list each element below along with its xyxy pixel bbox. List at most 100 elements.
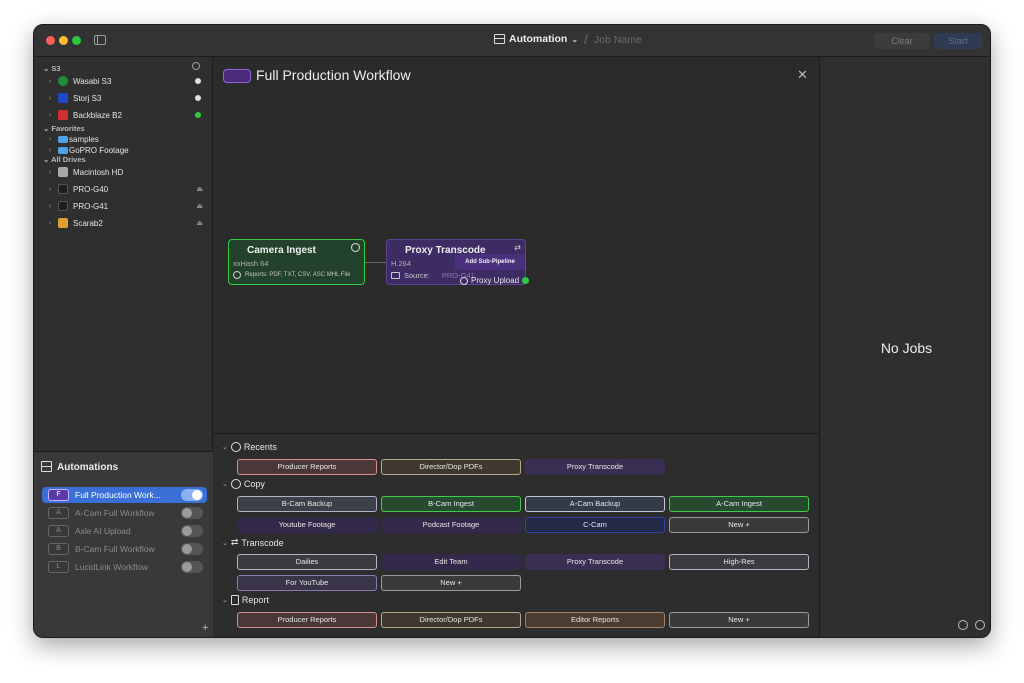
drive-icon <box>58 218 68 228</box>
mode-selector[interactable]: Automation ⌄ <box>494 33 578 45</box>
chip-proxy-transcode[interactable]: Proxy Transcode <box>525 459 665 475</box>
jobs-panel: No Jobs <box>819 57 990 637</box>
chip-youtube-footage[interactable]: Youtube Footage <box>237 517 377 533</box>
automation-toggle[interactable] <box>181 489 203 501</box>
section-transcode[interactable]: ⌄ ⇄ Transcode <box>222 537 284 548</box>
section-s3[interactable]: ⌄ S3 <box>43 64 61 73</box>
section-copy-label: Copy <box>243 479 265 489</box>
sidebar-item-label: Macintosh HD <box>73 167 124 177</box>
section-report[interactable]: ⌄ Report <box>222 595 269 605</box>
status-dot <box>195 78 201 84</box>
section-copy[interactable]: ⌄ Copy <box>222 479 265 489</box>
chip-editor-reports[interactable]: Editor Reports <box>525 612 665 628</box>
sidebar-item-storj[interactable]: › Storj S3 <box>34 90 213 106</box>
chip-new-transcode[interactable]: New + <box>381 575 521 591</box>
automation-label: LucidLink Workflow <box>75 562 149 572</box>
node-camera-ingest[interactable]: Camera Ingest xxHash 64 Reports: PDF, TX… <box>228 239 365 285</box>
chevron-down-icon: ⌄ <box>222 539 228 547</box>
automation-toggle[interactable] <box>181 507 203 519</box>
gear-icon[interactable] <box>192 62 200 70</box>
automation-item-lucidlink[interactable]: L LucidLink Workflow <box>42 559 207 575</box>
chip-producer-reports[interactable]: Producer Reports <box>237 459 377 475</box>
sidebar-item-wasabi[interactable]: › Wasabi S3 <box>34 73 213 89</box>
section-recents[interactable]: ⌄ Recents <box>222 442 277 452</box>
node-source-label: Source: <box>404 271 430 280</box>
chip-director-pdfs-2[interactable]: Director/Dop PDFs <box>381 612 521 628</box>
sidebar-toggle-icon[interactable] <box>94 35 106 45</box>
sync-icon <box>460 276 468 285</box>
automation-item-a-cam[interactable]: A A-Cam Full Workflow <box>42 505 207 521</box>
sidebar-item-label: Storj S3 <box>73 93 102 103</box>
workflow-color-badge[interactable] <box>223 69 251 83</box>
folder-icon <box>58 147 68 154</box>
close-window-button[interactable] <box>46 36 55 45</box>
document-icon <box>230 595 239 605</box>
sidebar-item-label: Backblaze B2 <box>73 110 122 120</box>
chip-dailies[interactable]: Dailies <box>237 554 377 570</box>
chevron-down-icon: ⌄ <box>222 481 228 488</box>
node-connector <box>365 262 386 263</box>
add-sub-pipeline-tooltip[interactable]: Add Sub-Pipeline <box>455 254 525 270</box>
proxy-upload-label: Proxy Upload <box>471 276 520 285</box>
chip-proxy-transcode-2[interactable]: Proxy Transcode <box>525 554 665 570</box>
section-all-drives[interactable]: ⌄ All Drives <box>43 155 86 164</box>
backblaze-icon <box>58 110 68 120</box>
automation-toggle[interactable] <box>181 561 203 573</box>
list-icon[interactable] <box>975 620 985 630</box>
chip-b-cam-backup[interactable]: B-Cam Backup <box>237 496 377 512</box>
clear-button[interactable]: Clear <box>874 33 930 49</box>
chevron-right-icon: › <box>49 185 52 193</box>
automation-toggle[interactable] <box>181 543 203 555</box>
chip-high-res[interactable]: High-Res <box>669 554 809 570</box>
chevron-right-icon: › <box>49 219 52 227</box>
node-reports: Reports: PDF, TXT, CSV, ASC MHL File <box>233 271 350 279</box>
separator: / <box>584 31 588 47</box>
chevron-right-icon: › <box>49 111 52 119</box>
automation-badge: A <box>48 507 69 519</box>
zoom-window-button[interactable] <box>72 36 81 45</box>
sidebar-item-scarab2[interactable]: › Scarab2 ⏏ <box>34 215 213 231</box>
eject-icon[interactable]: ⏏ <box>196 202 203 210</box>
add-automation-button[interactable]: + <box>202 622 208 634</box>
eject-icon[interactable]: ⏏ <box>196 219 203 227</box>
no-jobs-text: No Jobs <box>880 340 933 356</box>
chip-b-cam-ingest[interactable]: B-Cam Ingest <box>381 496 521 512</box>
chip-c-cam[interactable]: C-Cam <box>525 517 665 533</box>
automation-item-full-production[interactable]: F Full Production Work... <box>42 487 207 503</box>
chip-a-cam-ingest[interactable]: A-Cam Ingest <box>669 496 809 512</box>
hard-drive-icon <box>58 167 68 177</box>
automation-badge: F <box>48 489 69 501</box>
proxy-upload-link[interactable]: Proxy Upload <box>460 276 530 285</box>
automation-toggle[interactable] <box>181 525 203 537</box>
eject-icon[interactable]: ⏏ <box>196 185 203 193</box>
chip-producer-reports-2[interactable]: Producer Reports <box>237 612 377 628</box>
chip-new-report[interactable]: New + <box>669 612 809 628</box>
history-icon[interactable] <box>958 620 968 630</box>
sidebar-item-macintosh-hd[interactable]: › Macintosh HD <box>34 164 213 180</box>
chip-director-pdfs[interactable]: Director/Dop PDFs <box>381 459 521 475</box>
automation-item-axle-ai[interactable]: A Axle AI Upload <box>42 523 207 539</box>
storj-icon <box>58 93 68 103</box>
automations-title: Automations <box>57 462 119 473</box>
sidebar-item-label: Scarab2 <box>73 218 103 228</box>
start-button[interactable]: Start <box>934 33 982 49</box>
external-drive-icon <box>58 201 68 211</box>
automation-item-b-cam[interactable]: B B-Cam Full Workflow <box>42 541 207 557</box>
job-name-input[interactable]: Job Name <box>594 34 642 46</box>
chevron-down-icon: ⌄ <box>222 597 228 604</box>
chevron-right-icon: › <box>49 94 52 102</box>
chip-new-copy[interactable]: New + <box>669 517 809 533</box>
sidebar-item-pro-g40[interactable]: › PRO-G40 ⏏ <box>34 181 213 197</box>
chip-a-cam-backup[interactable]: A-Cam Backup <box>525 496 665 512</box>
close-icon[interactable]: ✕ <box>797 67 808 83</box>
titlebar: Automation ⌄ / Job Name Clear Start <box>34 25 990 57</box>
chip-edit-team[interactable]: Edit Team <box>381 554 521 570</box>
minimize-window-button[interactable] <box>59 36 68 45</box>
section-s3-label: S3 <box>51 64 61 73</box>
chip-for-youtube[interactable]: For YouTube <box>237 575 377 591</box>
sidebar-item-backblaze[interactable]: › Backblaze B2 <box>34 107 213 123</box>
workflow-title[interactable]: Full Production Workflow <box>256 67 411 83</box>
sidebar-item-pro-g41[interactable]: › PRO-G41 ⏏ <box>34 198 213 214</box>
automation-badge: A <box>48 525 69 537</box>
chip-podcast-footage[interactable]: Podcast Footage <box>381 517 521 533</box>
